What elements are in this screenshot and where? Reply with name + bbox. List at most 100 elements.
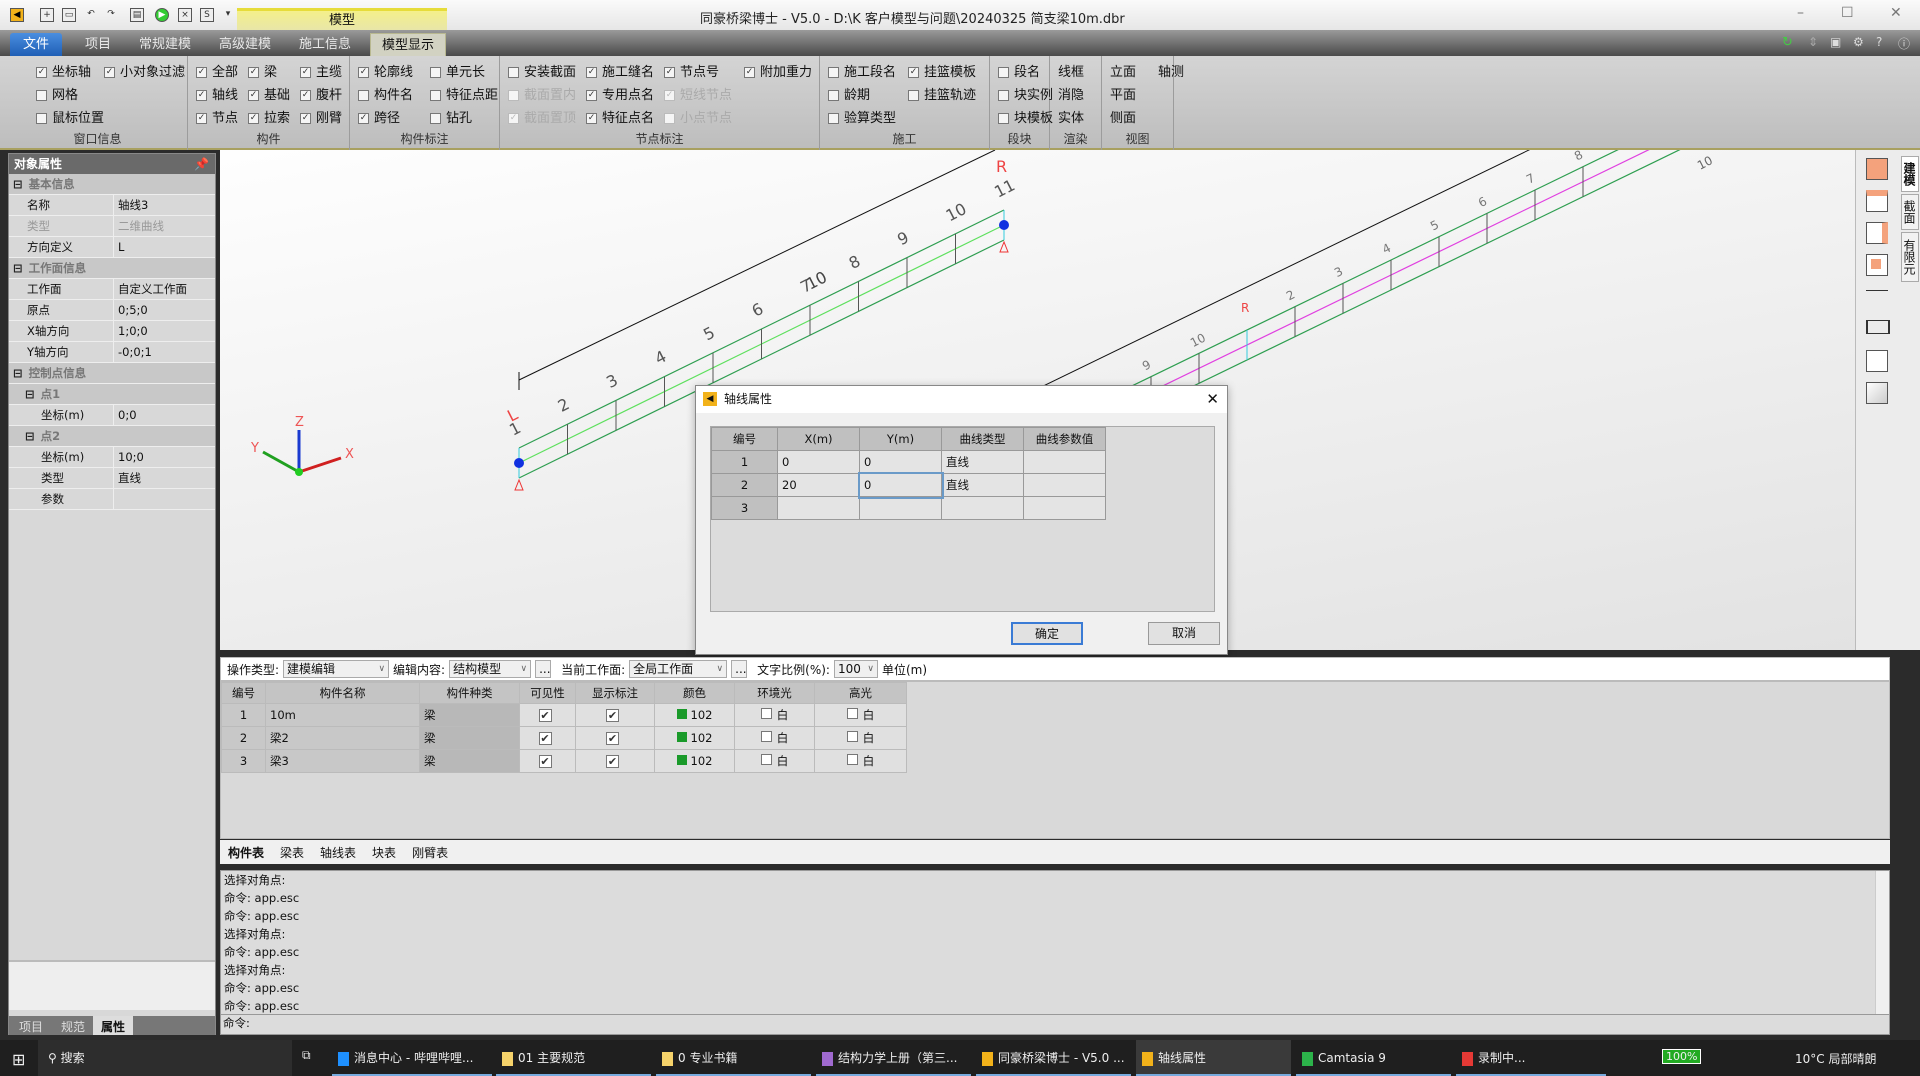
side-tab-section[interactable]: 截面	[1901, 194, 1919, 230]
checkbox-icon[interactable]	[430, 113, 441, 124]
tab-file[interactable]: 文件	[10, 33, 62, 56]
color-swatch[interactable]	[676, 755, 687, 765]
run-icon[interactable]: ▶	[155, 8, 169, 22]
checkbox-icon[interactable]	[760, 731, 772, 742]
collapse-icon[interactable]: ⊟	[13, 177, 23, 191]
panel-tab-codes[interactable]: 规范	[53, 1016, 93, 1035]
grid-cell[interactable]: 0	[777, 450, 860, 474]
ribbon-option[interactable]: 平面	[1110, 84, 1136, 107]
property-section[interactable]: ⊟ 工作面信息	[9, 258, 215, 279]
checkbox-checked-icon[interactable]: ✓	[248, 113, 259, 124]
property-value[interactable]: 0;5;0	[113, 300, 215, 320]
grid-cell[interactable]	[859, 496, 942, 520]
checkbox-icon[interactable]	[36, 113, 47, 124]
close-button[interactable]: ✕	[1890, 5, 1902, 21]
property-section[interactable]: ⊟ 点1	[9, 384, 215, 405]
skin-icon[interactable]: ▣	[1830, 35, 1841, 49]
color-swatch[interactable]	[676, 709, 687, 719]
checkbox-icon[interactable]	[828, 90, 839, 101]
maximize-button[interactable]: ☐	[1841, 5, 1854, 21]
search-box[interactable]: ⚲ 搜索	[38, 1040, 292, 1076]
weather[interactable]: 10°C 局部晴朗	[1795, 1050, 1876, 1067]
grid-cell[interactable]: 0	[857, 471, 944, 499]
ribbon-option[interactable]: ✓ 主缆	[300, 61, 342, 84]
grid-cell[interactable]	[1023, 473, 1106, 497]
ribbon-option[interactable]: 施工段名	[828, 61, 896, 84]
ribbon-option[interactable]: 段名	[998, 61, 1053, 84]
undo-icon[interactable]: ↶	[84, 8, 98, 22]
collapse-icon[interactable]: ⊟	[25, 387, 35, 401]
collapse-icon[interactable]: ⇕	[1808, 35, 1818, 49]
checkbox-icon[interactable]	[828, 67, 839, 78]
checkbox-checked-icon[interactable]: ✔	[538, 732, 552, 745]
property-row[interactable]: 坐标(m) 0;0	[9, 405, 215, 426]
view-cube-corner-icon[interactable]	[1866, 254, 1888, 276]
checkbox-checked-icon[interactable]: ✓	[744, 67, 755, 78]
quick-access-dropdown-icon[interactable]: ▾	[221, 8, 235, 22]
ribbon-option[interactable]: ✓ 小对象过滤	[104, 61, 185, 84]
checkbox-checked-icon[interactable]: ✓	[196, 113, 207, 124]
ribbon-option[interactable]: 截面置内	[508, 84, 576, 107]
ribbon-option[interactable]: 块实例	[998, 84, 1053, 107]
component-name[interactable]: 10m	[265, 703, 420, 727]
work-plane-select[interactable]: 全局工作面 ∨	[629, 660, 728, 678]
ribbon-option[interactable]: ✓ 附加重力	[744, 61, 812, 84]
property-row[interactable]: 名称 轴线3	[9, 195, 215, 216]
ribbon-option[interactable]: ✓ 坐标轴	[36, 61, 104, 84]
tab-construction-info[interactable]: 施工信息	[292, 33, 358, 56]
save-icon[interactable]: ▤	[130, 8, 144, 22]
checkbox-icon[interactable]	[358, 90, 369, 101]
grid-cell[interactable]	[1023, 450, 1106, 474]
checkbox-icon[interactable]	[998, 90, 1009, 101]
script-icon[interactable]: S	[200, 8, 214, 22]
wireframe-cube-icon[interactable]	[1866, 350, 1888, 372]
property-section[interactable]: ⊟ 控制点信息	[9, 363, 215, 384]
ribbon-option[interactable]: ✓ 挂篮模板	[908, 61, 976, 84]
table-tab[interactable]: 构件表	[220, 844, 272, 861]
ribbon-option[interactable]: 块模板	[998, 107, 1053, 130]
grid-cell[interactable]: 直线	[941, 450, 1024, 474]
refresh-icon[interactable]: ↻	[1782, 35, 1793, 50]
component-kind[interactable]: 梁	[419, 703, 520, 727]
section-tool-icon[interactable]	[1866, 320, 1890, 334]
checkbox-checked-icon[interactable]: ✓	[300, 67, 311, 78]
task-view-icon[interactable]: ⧉	[302, 1048, 311, 1063]
component-name[interactable]: 梁2	[265, 726, 420, 750]
panel-tab-properties[interactable]: 属性	[93, 1016, 134, 1035]
ribbon-option[interactable]: 立面	[1110, 61, 1136, 84]
view-cube-top-icon[interactable]	[1866, 190, 1888, 212]
property-row[interactable]: 坐标(m) 10;0	[9, 447, 215, 468]
minimize-button[interactable]: –	[1797, 5, 1804, 21]
collapse-icon[interactable]: ⊟	[13, 366, 23, 380]
checkbox-icon[interactable]	[430, 90, 441, 101]
property-value[interactable]: 直线	[113, 468, 215, 488]
property-value[interactable]: 轴线3	[113, 195, 215, 215]
grid-cell[interactable]	[1023, 496, 1106, 520]
checkbox-icon[interactable]	[760, 708, 772, 719]
command-window[interactable]: 选择对角点: 命令: app.esc 命令: app.esc 选择对角点: 命令: ap…	[220, 870, 1890, 1035]
taskbar-item[interactable]: 消息中心 - 哔哩哔哩...	[332, 1040, 492, 1076]
table-tab[interactable]: 刚臂表	[404, 844, 456, 861]
checkbox-checked-icon[interactable]: ✓	[196, 90, 207, 101]
battery-indicator[interactable]: 100%	[1662, 1049, 1702, 1064]
checkbox-checked-icon[interactable]: ✓	[908, 67, 919, 78]
grid-cell[interactable]: 直线	[941, 473, 1024, 497]
ribbon-option[interactable]: ✓ 梁	[248, 61, 290, 84]
ribbon-option[interactable]: ✓ 轴线	[196, 84, 238, 107]
command-input[interactable]: 命令:	[221, 1014, 1889, 1031]
table-tab[interactable]: 块表	[364, 844, 404, 861]
checkbox-checked-icon[interactable]: ✔	[538, 709, 552, 722]
ok-button[interactable]: 确定	[1011, 622, 1083, 645]
property-row[interactable]: 方向定义 L	[9, 237, 215, 258]
ribbon-option[interactable]: 特征点距	[430, 84, 498, 107]
property-value[interactable]	[113, 489, 215, 509]
info-icon[interactable]: ⓘ	[1898, 35, 1910, 52]
checkbox-icon[interactable]	[36, 90, 47, 101]
ribbon-option[interactable]: ✓ 专用点名	[586, 84, 654, 107]
side-tab-modeling[interactable]: 建模	[1901, 156, 1919, 192]
checkbox-checked-icon[interactable]: ✔	[606, 755, 619, 768]
property-value[interactable]: 1;0;0	[113, 321, 215, 341]
taskbar-item[interactable]: 结构力学上册（第三...	[816, 1040, 971, 1076]
tab-regular-modeling[interactable]: 常规建模	[132, 33, 198, 56]
checkbox-checked-icon[interactable]: ✔	[538, 755, 552, 768]
